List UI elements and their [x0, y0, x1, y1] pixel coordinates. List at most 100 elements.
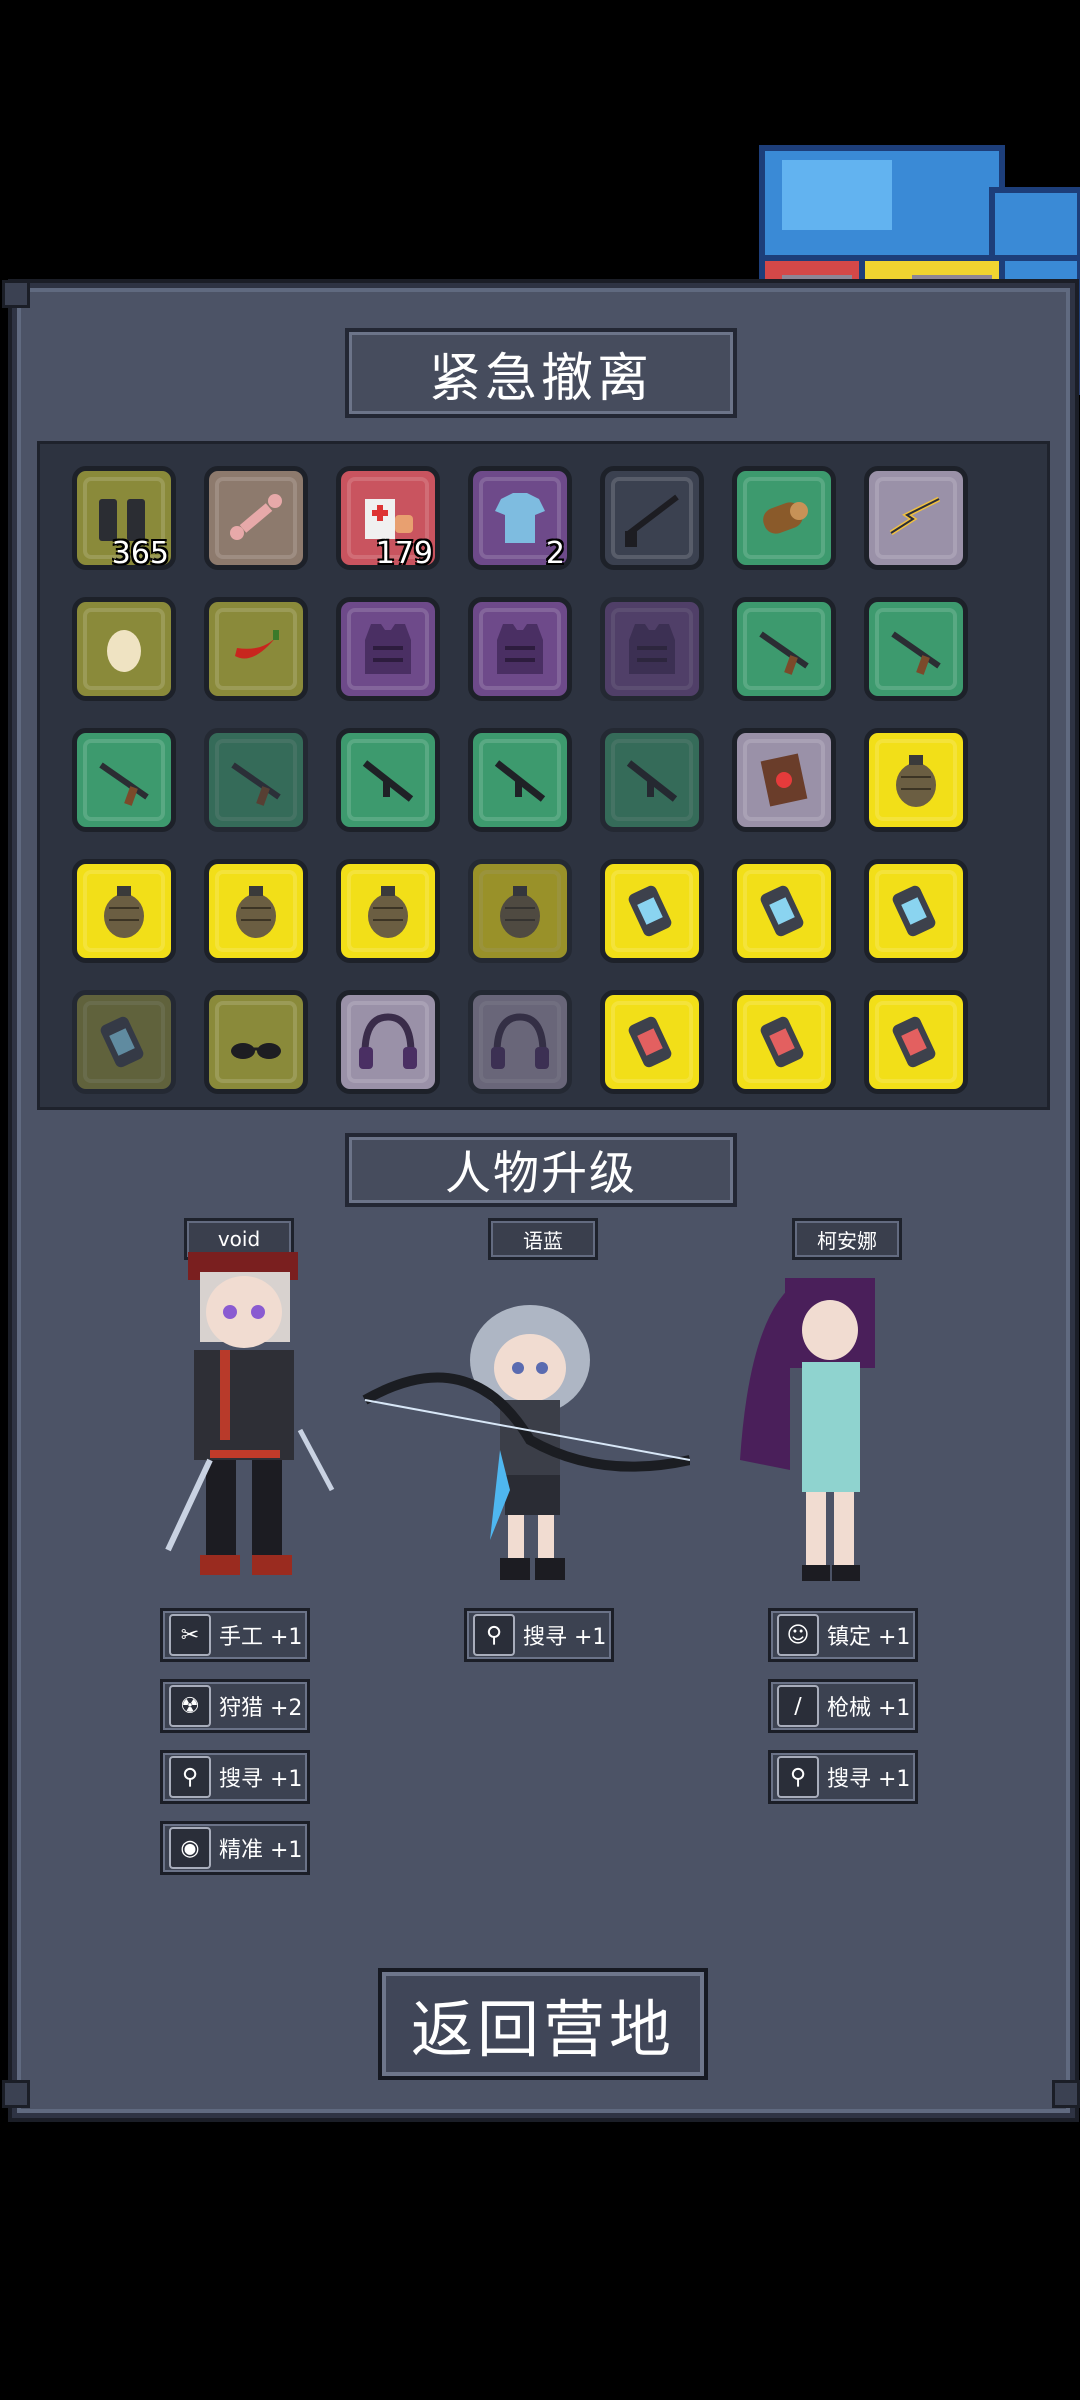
inventory-slot[interactable]: [864, 990, 968, 1094]
rifle-icon: [759, 631, 809, 675]
inventory-slot[interactable]: [864, 728, 968, 832]
headphones-icon: [359, 1013, 417, 1069]
grenade-icon: [104, 886, 144, 938]
cat-face-icon: ☺: [777, 1614, 819, 1656]
inventory-slot[interactable]: 2: [468, 466, 572, 571]
inventory-slot[interactable]: [336, 728, 440, 832]
can-red-icon: [628, 1016, 672, 1068]
inventory-slot[interactable]: [600, 990, 704, 1094]
character-name-keanna: 柯安娜: [792, 1218, 902, 1260]
egg-icon: [107, 630, 141, 672]
wire-icon: [889, 496, 941, 536]
shirt-icon: [495, 493, 545, 543]
inventory-slot[interactable]: [72, 728, 176, 832]
inventory-slot[interactable]: [336, 859, 440, 963]
character-name-yulan: 语蓝: [488, 1218, 598, 1260]
armor-vest-icon: [497, 624, 543, 674]
stat-bonus: ☢ 狩猎 +2: [160, 1679, 310, 1733]
inventory-slot[interactable]: [600, 466, 704, 570]
assault-rifle-icon: [494, 760, 546, 802]
magnifier-icon: ⚲: [169, 1756, 211, 1798]
character-void-sprite[interactable]: [160, 1250, 340, 1585]
inventory-slot[interactable]: [336, 990, 440, 1094]
stat-label: 狩猎 +2: [219, 1696, 303, 1721]
inventory-slot[interactable]: [600, 859, 704, 963]
magnifier-icon: ⚲: [473, 1614, 515, 1656]
character-yulan-sprite[interactable]: [360, 1300, 690, 1585]
stat-label: 精准 +1: [219, 1838, 303, 1863]
inventory-slot[interactable]: [336, 597, 440, 701]
stat-label: 枪械 +1: [827, 1696, 911, 1721]
inventory-slot[interactable]: [732, 597, 836, 701]
inventory-slot[interactable]: [72, 990, 176, 1094]
inventory-slot[interactable]: [72, 597, 176, 701]
can-red-icon: [892, 1016, 936, 1068]
stat-bonus: ⚲ 搜寻 +1: [768, 1750, 918, 1804]
inventory-slot[interactable]: [468, 597, 572, 701]
stat-bonus: ∕ 枪械 +1: [768, 1679, 918, 1733]
inventory-slot[interactable]: [468, 859, 572, 963]
inventory-slot[interactable]: [600, 728, 704, 832]
inventory-slot[interactable]: 179: [336, 466, 440, 571]
stat-bonus: ⚲ 搜寻 +1: [160, 1750, 310, 1804]
can-red-icon: [760, 1016, 804, 1068]
stat-label: 手工 +1: [219, 1625, 303, 1650]
item-quantity: 179: [375, 536, 433, 571]
chili-icon: [235, 630, 279, 659]
rifle-icon: [99, 762, 149, 806]
inventory-slot[interactable]: [600, 597, 704, 701]
book-icon: [760, 753, 808, 807]
stat-bonus: ◉ 精准 +1: [160, 1821, 310, 1875]
grenade-icon: [368, 886, 408, 938]
inventory-grid[interactable]: 365 179 2: [37, 441, 1050, 1110]
item-quantity: 2: [545, 536, 565, 571]
inventory-slot[interactable]: [204, 859, 308, 963]
assault-rifle-icon: [626, 760, 678, 802]
inventory-slot[interactable]: [732, 466, 836, 570]
inventory-slot[interactable]: [72, 859, 176, 963]
blade-icon: ∕: [777, 1685, 819, 1727]
inventory-slot[interactable]: [204, 466, 308, 570]
stat-label: 搜寻 +1: [827, 1767, 911, 1792]
inventory-slot[interactable]: 365: [72, 466, 176, 571]
panel-corner-br: [1052, 2080, 1080, 2108]
inventory-slot[interactable]: [864, 859, 968, 963]
panel-corner-tl: [2, 280, 30, 308]
grenade-icon: [896, 755, 936, 807]
grenade-icon: [236, 886, 276, 938]
inventory-slot[interactable]: [732, 728, 836, 832]
inventory-slot[interactable]: [204, 728, 308, 832]
can-blue-icon: [892, 885, 936, 937]
scissors-icon: ✂: [169, 1614, 211, 1656]
armor-vest-icon: [365, 624, 411, 674]
inventory-slot[interactable]: [732, 990, 836, 1094]
inventory-slot[interactable]: [864, 466, 968, 570]
assault-rifle-icon: [362, 760, 414, 802]
character-keanna-sprite[interactable]: [730, 1270, 900, 1585]
inventory-slot[interactable]: [732, 859, 836, 963]
inventory-slot[interactable]: [468, 728, 572, 832]
bone-icon: [230, 494, 282, 540]
inventory-slot[interactable]: [864, 597, 968, 701]
radiation-icon: ☢: [169, 1685, 211, 1727]
stat-bonus: ☺ 镇定 +1: [768, 1608, 918, 1662]
stat-bonus: ✂ 手工 +1: [160, 1608, 310, 1662]
armor-vest-icon: [629, 624, 675, 674]
rifle-icon: [891, 631, 941, 675]
inventory-slot[interactable]: [204, 990, 308, 1094]
magnifier-icon: ⚲: [777, 1756, 819, 1798]
stat-label: 镇定 +1: [827, 1625, 911, 1650]
can-blue-icon: [760, 885, 804, 937]
upgrade-title: 人物升级: [345, 1133, 737, 1207]
panel-corner-bl: [2, 2080, 30, 2108]
rifle-icon: [231, 762, 281, 806]
eye-icon: ◉: [169, 1827, 211, 1869]
item-quantity: 365: [111, 536, 169, 571]
stat-label: 搜寻 +1: [219, 1767, 303, 1792]
return-camp-button[interactable]: 返回营地: [378, 1968, 708, 2080]
glasses-icon: [231, 1043, 281, 1059]
can-blue-icon: [628, 885, 672, 937]
inventory-slot[interactable]: [468, 990, 572, 1094]
inventory-slot[interactable]: [204, 597, 308, 701]
page-title: 紧急撤离: [345, 328, 737, 418]
